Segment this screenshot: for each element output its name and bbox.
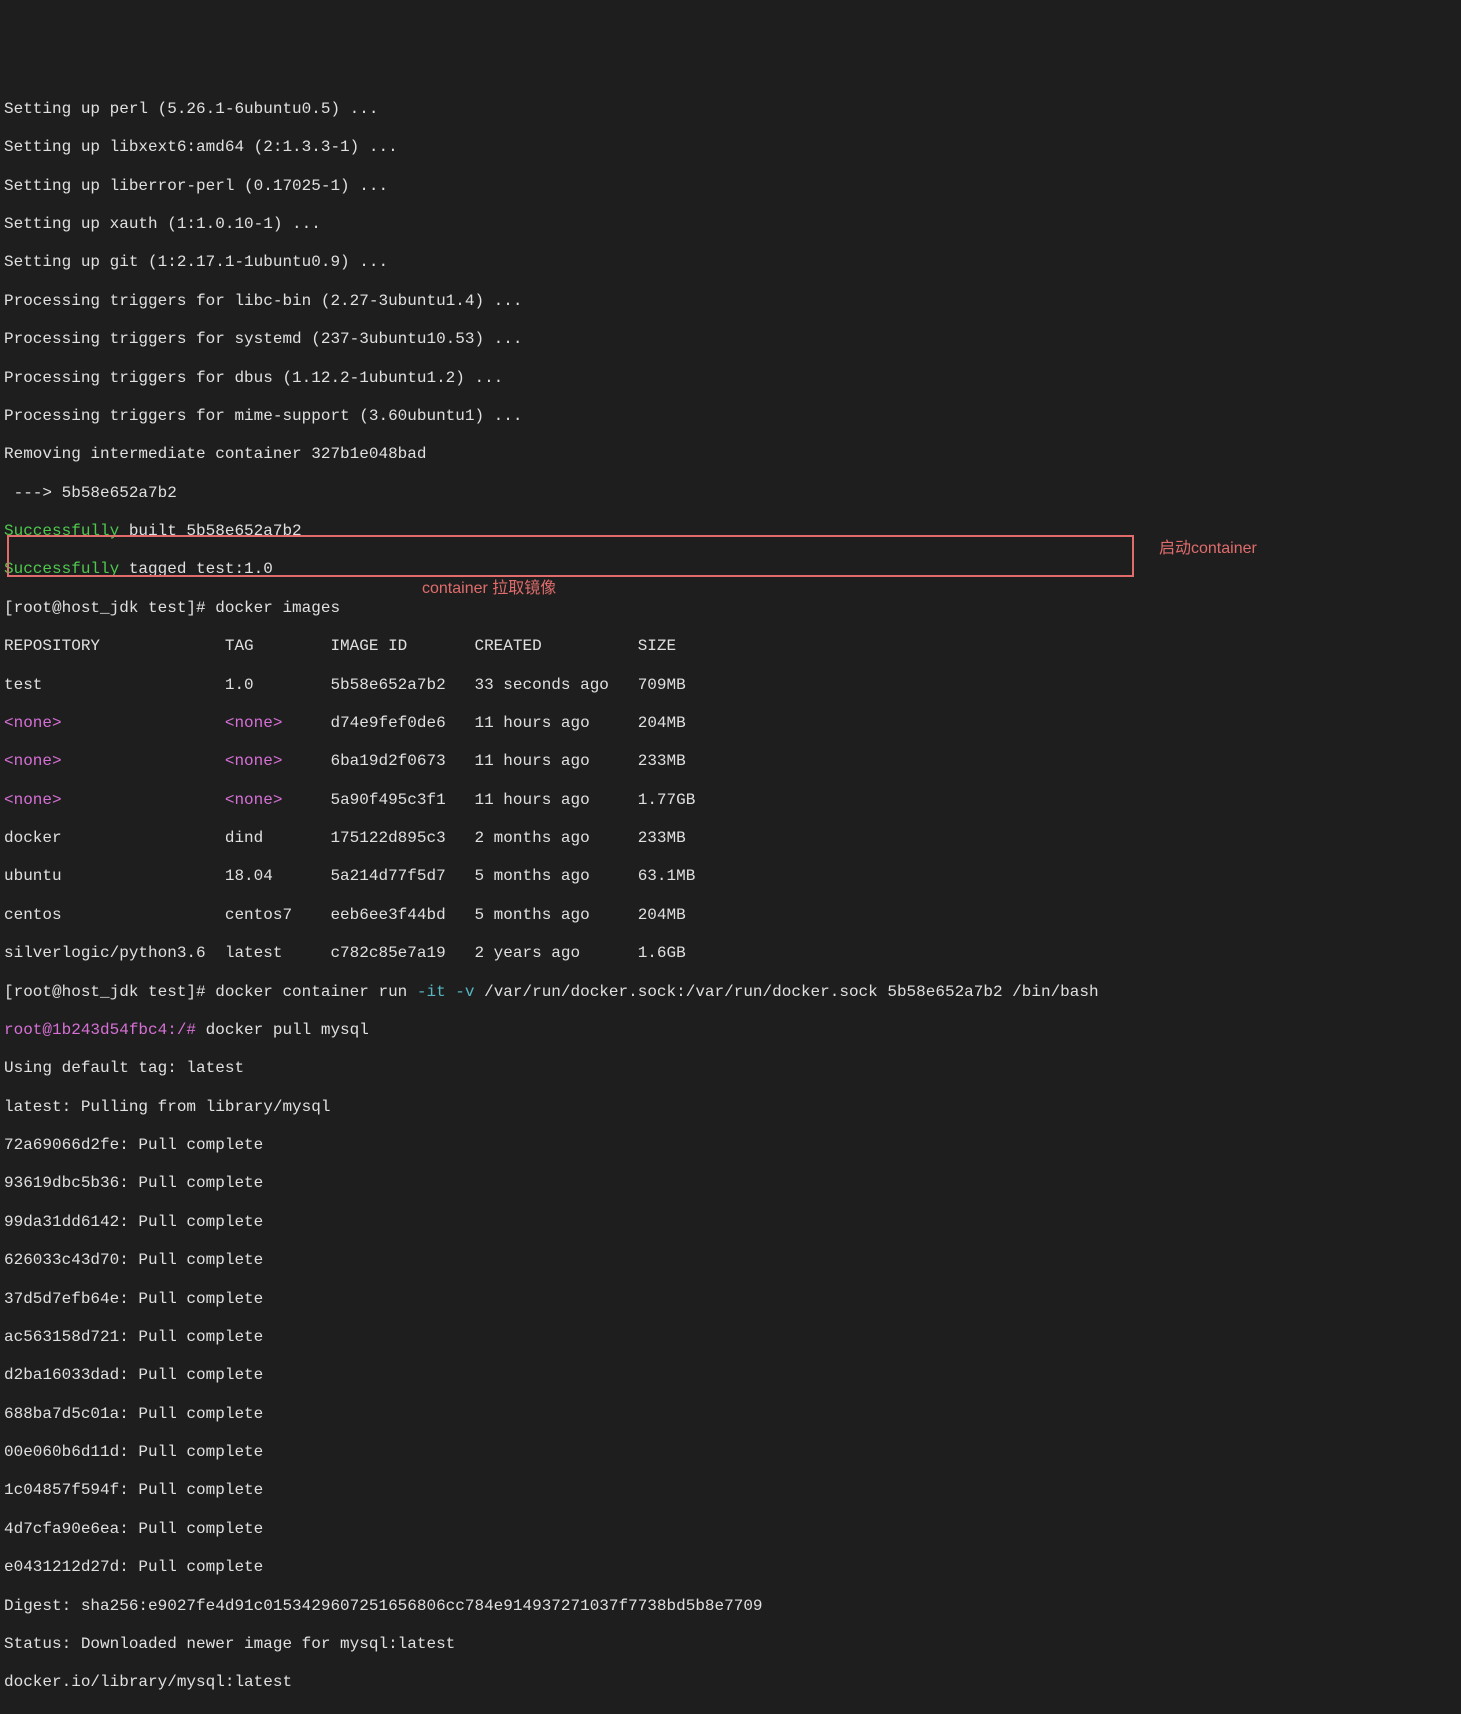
pull-complete-line: 688ba7d5c01a: Pull complete xyxy=(4,1405,1457,1424)
command-text: docker pull mysql xyxy=(196,1021,369,1039)
none-repo: <none> xyxy=(4,714,62,732)
images-row: docker dind 175122d895c3 2 months ago 23… xyxy=(4,829,1457,848)
success-text: Successfully xyxy=(4,560,119,578)
prompt-prefix: [root@host_jdk test]# docker container r… xyxy=(4,983,417,1001)
status-line: Status: Downloaded newer image for mysql… xyxy=(4,1635,1457,1654)
container-prompt: root@1b243d54fbc4:/# xyxy=(4,1021,196,1039)
images-row-none: <none> <none> 6ba19d2f0673 11 hours ago … xyxy=(4,752,1457,771)
pull-complete-line: 4d7cfa90e6ea: Pull complete xyxy=(4,1520,1457,1539)
images-row: centos centos7 eeb6ee3f44bd 5 months ago… xyxy=(4,906,1457,925)
pull-complete-line: 1c04857f594f: Pull complete xyxy=(4,1481,1457,1500)
pull-complete-line: d2ba16033dad: Pull complete xyxy=(4,1366,1457,1385)
terminal-output-line: Setting up libxext6:amd64 (2:1.3.3-1) ..… xyxy=(4,138,1457,157)
images-row-none: <none> <none> d74e9fef0de6 11 hours ago … xyxy=(4,714,1457,733)
none-repo: <none> xyxy=(4,791,62,809)
terminal-command-line: [root@host_jdk test]# docker container r… xyxy=(4,983,1457,1002)
none-tag: <none> xyxy=(225,791,283,809)
terminal-output-line: Setting up perl (5.26.1-6ubuntu0.5) ... xyxy=(4,100,1457,119)
pull-complete-line: 99da31dd6142: Pull complete xyxy=(4,1213,1457,1232)
terminal-output-line: Setting up git (1:2.17.1-1ubuntu0.9) ... xyxy=(4,253,1457,272)
pull-complete-line: 37d5d7efb64e: Pull complete xyxy=(4,1290,1457,1309)
annotation-text-1: 启动container xyxy=(1159,539,1257,558)
none-tag: <none> xyxy=(225,752,283,770)
images-row-rest: 6ba19d2f0673 11 hours ago 233MB xyxy=(330,752,685,770)
command-args: /var/run/docker.sock:/var/run/docker.soc… xyxy=(474,983,1098,1001)
success-text: Successfully xyxy=(4,522,119,540)
pull-complete-line: 93619dbc5b36: Pull complete xyxy=(4,1174,1457,1193)
images-row-rest: 5a90f495c3f1 11 hours ago 1.77GB xyxy=(330,791,695,809)
pull-complete-line: 00e060b6d11d: Pull complete xyxy=(4,1443,1457,1462)
images-row: silverlogic/python3.6 latest c782c85e7a1… xyxy=(4,944,1457,963)
pull-complete-line: 72a69066d2fe: Pull complete xyxy=(4,1136,1457,1155)
none-tag: <none> xyxy=(225,714,283,732)
images-row-rest: d74e9fef0de6 11 hours ago 204MB xyxy=(330,714,685,732)
images-row: test 1.0 5b58e652a7b2 33 seconds ago 709… xyxy=(4,676,1457,695)
terminal-command-line: root@1b243d54fbc4:/# docker pull mysql xyxy=(4,1021,1457,1040)
success-suffix: built 5b58e652a7b2 xyxy=(119,522,301,540)
pull-complete-line: ac563158d721: Pull complete xyxy=(4,1328,1457,1347)
none-repo: <none> xyxy=(4,752,62,770)
terminal-window[interactable]: Setting up perl (5.26.1-6ubuntu0.5) ... … xyxy=(4,81,1457,1714)
success-suffix: tagged test:1.0 xyxy=(119,560,273,578)
terminal-output-line: Removing intermediate container 327b1e04… xyxy=(4,445,1457,464)
images-row-none: <none> <none> 5a90f495c3f1 11 hours ago … xyxy=(4,791,1457,810)
command-flags: -it -v xyxy=(417,983,475,1001)
pull-complete-line: 626033c43d70: Pull complete xyxy=(4,1251,1457,1270)
terminal-output-line: Processing triggers for dbus (1.12.2-1ub… xyxy=(4,369,1457,388)
terminal-output-line: Setting up xauth (1:1.0.10-1) ... xyxy=(4,215,1457,234)
final-line: docker.io/library/mysql:latest xyxy=(4,1673,1457,1692)
terminal-prompt-line: [root@host_jdk test]# docker images xyxy=(4,599,1457,618)
terminal-output-line: Setting up liberror-perl (0.17025-1) ... xyxy=(4,177,1457,196)
pull-complete-line: e0431212d27d: Pull complete xyxy=(4,1558,1457,1577)
terminal-output-line: Processing triggers for mime-support (3.… xyxy=(4,407,1457,426)
annotation-text-2: container 拉取镜像 xyxy=(422,579,556,598)
terminal-output-line: ---> 5b58e652a7b2 xyxy=(4,484,1457,503)
terminal-output-line: latest: Pulling from library/mysql xyxy=(4,1098,1457,1117)
digest-line: Digest: sha256:e9027fe4d91c0153429607251… xyxy=(4,1597,1457,1616)
terminal-output-line: Processing triggers for systemd (237-3ub… xyxy=(4,330,1457,349)
images-header: REPOSITORY TAG IMAGE ID CREATED SIZE xyxy=(4,637,1457,656)
terminal-success-line: Successfully tagged test:1.0 xyxy=(4,560,1457,579)
terminal-output-line: Using default tag: latest xyxy=(4,1059,1457,1078)
images-row: ubuntu 18.04 5a214d77f5d7 5 months ago 6… xyxy=(4,867,1457,886)
terminal-output-line: Processing triggers for libc-bin (2.27-3… xyxy=(4,292,1457,311)
